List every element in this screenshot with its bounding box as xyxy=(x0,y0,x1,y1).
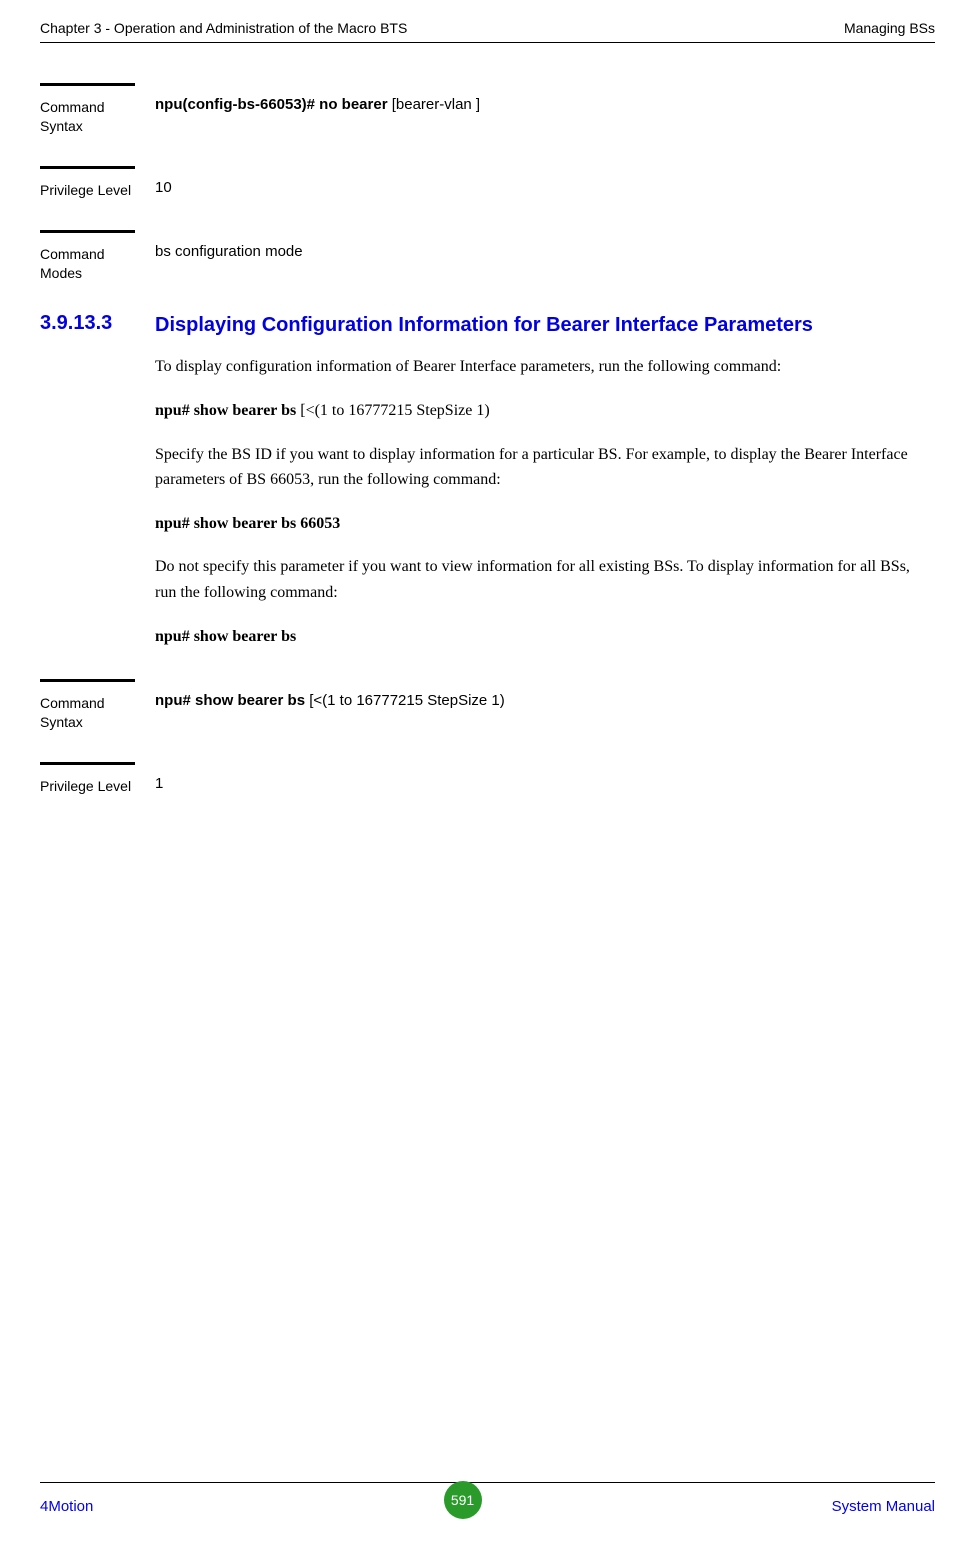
def-label: Command Modes xyxy=(40,230,135,283)
header-right: Managing BSs xyxy=(844,20,935,36)
paragraph: To display configuration information of … xyxy=(155,354,935,380)
section-number: 3.9.13.3 xyxy=(40,312,155,338)
command-plain: [<(1 to 16777215 StepSize 1) xyxy=(305,692,505,709)
footer-right: System Manual xyxy=(832,1498,935,1515)
def-content: 1 xyxy=(135,762,935,796)
def-content: npu(config-bs-66053)# no bearer [bearer-… xyxy=(135,83,935,136)
command-modes-block: Command Modes bs configuration mode xyxy=(40,230,935,283)
footer-left: 4Motion xyxy=(40,1498,93,1515)
command-bold: npu# show bearer bs xyxy=(155,628,296,645)
command-syntax-block-1: Command Syntax npu(config-bs-66053)# no … xyxy=(40,83,935,136)
command-bold: npu# show bearer bs xyxy=(155,692,305,709)
page-footer: 4Motion 591 System Manual xyxy=(40,1482,935,1525)
command-plain: [<(1 to 16777215 StepSize 1) xyxy=(296,402,489,419)
command-line: npu# show bearer bs xyxy=(155,624,935,650)
section-title: Displaying Configuration Information for… xyxy=(155,312,935,338)
def-content: bs configuration mode xyxy=(135,230,935,283)
command-plain: [bearer-vlan ] xyxy=(388,96,481,113)
def-label: Command Syntax xyxy=(40,83,135,136)
def-content: 10 xyxy=(135,166,935,200)
section-heading: 3.9.13.3 Displaying Configuration Inform… xyxy=(40,312,935,338)
paragraph: Specify the BS ID if you want to display… xyxy=(155,442,935,493)
privilege-level-block-1: Privilege Level 10 xyxy=(40,166,935,200)
command-bold: npu# show bearer bs 66053 xyxy=(155,515,340,532)
command-line: npu# show bearer bs 66053 xyxy=(155,511,935,537)
command-bold: npu# show bearer bs xyxy=(155,402,296,419)
command-line: npu# show bearer bs [<(1 to 16777215 Ste… xyxy=(155,398,935,424)
def-label: Privilege Level xyxy=(40,762,135,796)
header-left: Chapter 3 - Operation and Administration… xyxy=(40,20,407,36)
page-header: Chapter 3 - Operation and Administration… xyxy=(40,20,935,43)
page-number-badge: 591 xyxy=(444,1481,482,1519)
paragraph: Do not specify this parameter if you wan… xyxy=(155,554,935,605)
privilege-level-block-2: Privilege Level 1 xyxy=(40,762,935,796)
command-syntax-block-2: Command Syntax npu# show bearer bs [<(1 … xyxy=(40,679,935,732)
def-label: Privilege Level xyxy=(40,166,135,200)
def-content: npu# show bearer bs [<(1 to 16777215 Ste… xyxy=(135,679,935,732)
def-label: Command Syntax xyxy=(40,679,135,732)
command-bold: npu(config-bs-66053)# no bearer xyxy=(155,96,388,113)
